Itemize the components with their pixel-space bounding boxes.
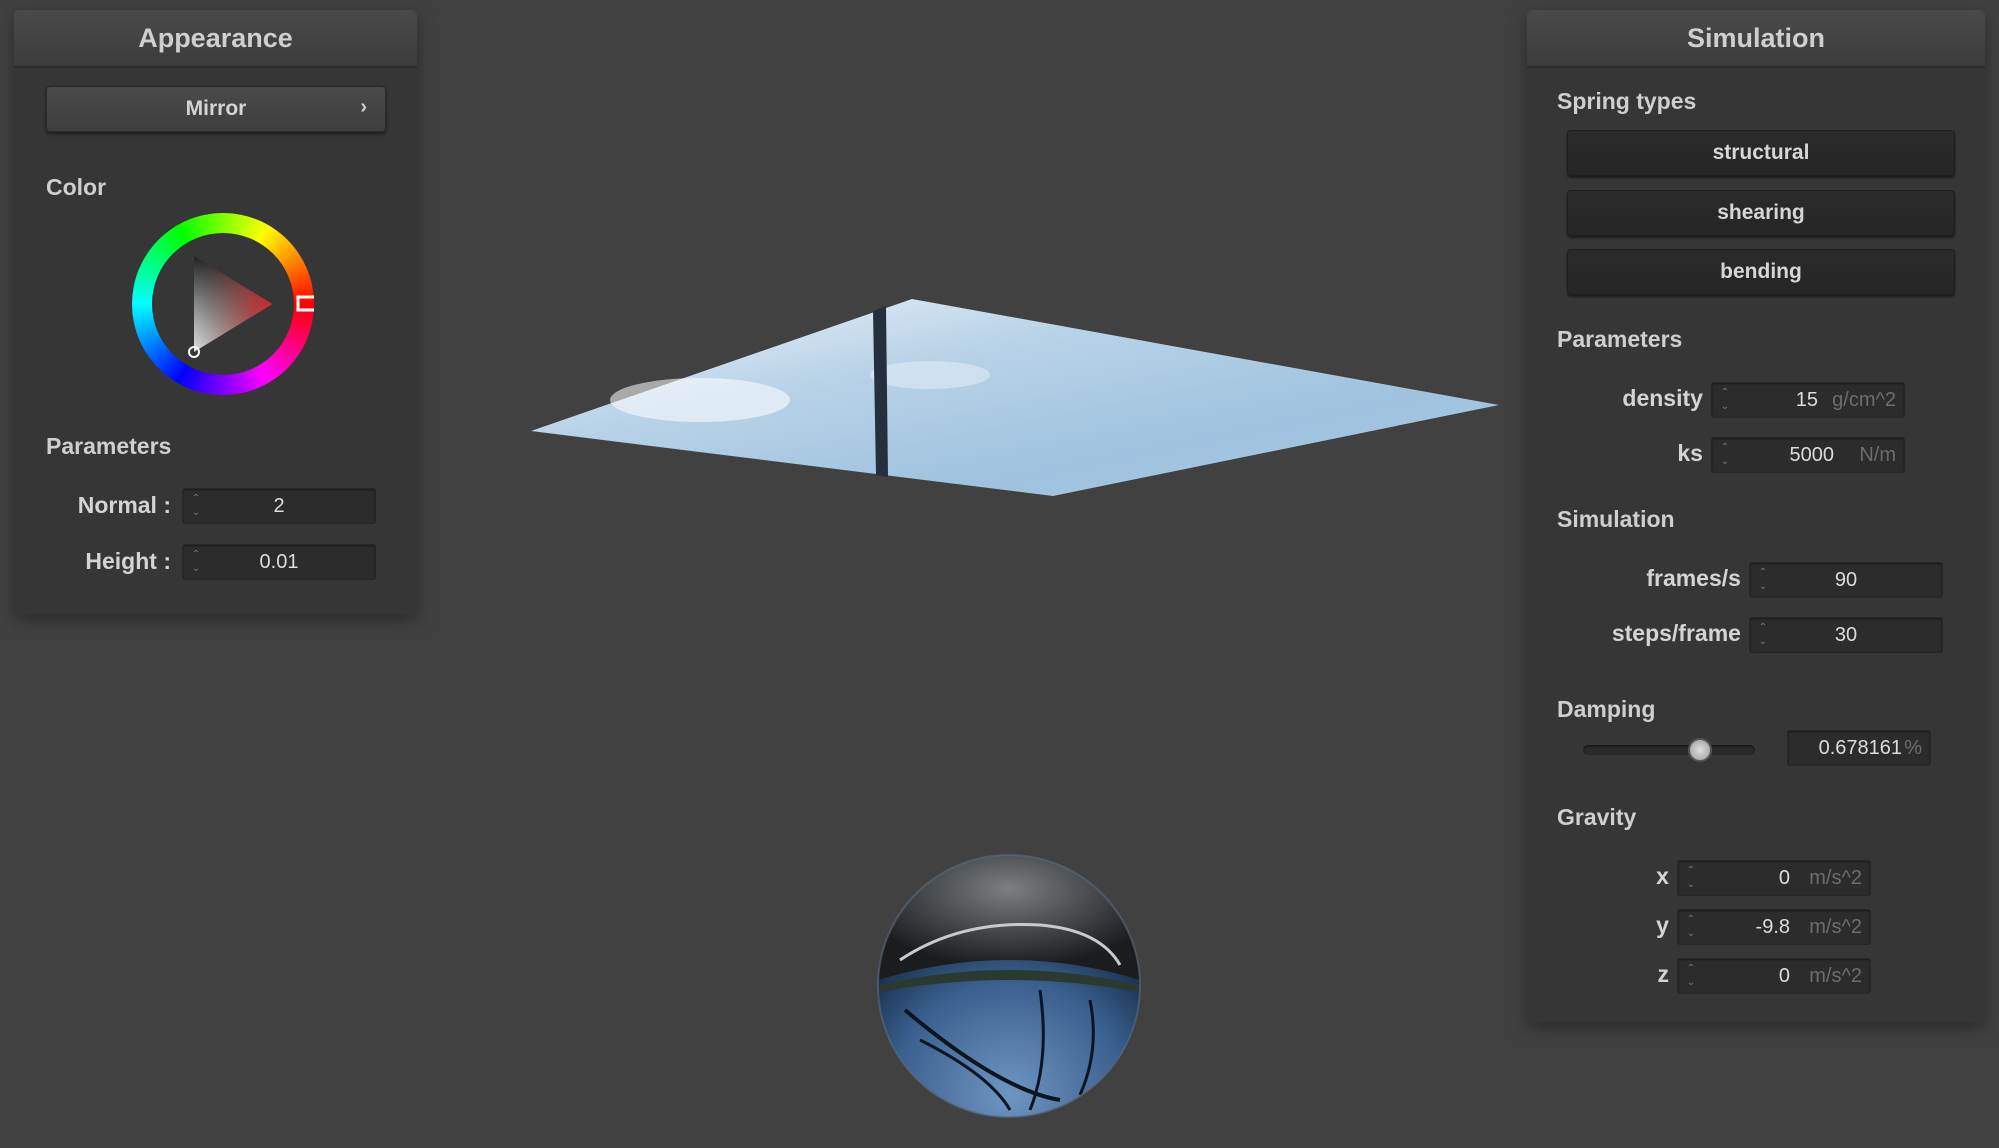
density-unit: g/cm^2 xyxy=(1832,389,1896,411)
appearance-panel: Appearance Mirror › Color Parameters Nor… xyxy=(14,10,417,614)
gravity-z-unit: m/s^2 xyxy=(1809,965,1862,987)
simulation-panel: Simulation Spring types structural shear… xyxy=(1527,10,1985,1022)
density-value: 15 xyxy=(1795,389,1818,411)
damping-slider-knob[interactable] xyxy=(1687,738,1712,762)
chevron-right-icon: › xyxy=(360,96,367,118)
spinner-arrows-icon[interactable]: ⌃ ⌄ xyxy=(1684,864,1698,892)
spinner-arrows-icon[interactable]: ⌃ ⌄ xyxy=(1718,386,1732,414)
saturation-triangle[interactable] xyxy=(132,213,314,395)
gravity-y-label: y : xyxy=(1656,912,1683,938)
spring-structural-button[interactable]: structural xyxy=(1567,130,1955,176)
ks-input[interactable]: ⌃ ⌄ 5000 N/m xyxy=(1711,437,1905,473)
damping-label: Damping xyxy=(1557,696,1656,722)
gravity-x-input[interactable]: ⌃ ⌄ 0 m/s^2 xyxy=(1677,860,1871,896)
ks-unit: N/m xyxy=(1859,444,1896,466)
gravity-y-value: -9.8 xyxy=(1755,916,1790,938)
spinner-arrows-icon[interactable]: ⌃ ⌄ xyxy=(1684,962,1698,990)
gravity-z-label: z : xyxy=(1657,961,1683,987)
normal-value: 2 xyxy=(273,495,285,517)
gravity-x-unit: m/s^2 xyxy=(1809,867,1862,889)
normal-label: Normal : xyxy=(77,492,171,518)
mirror-sphere xyxy=(878,855,1140,1117)
cloth-mesh xyxy=(531,299,1499,496)
steps-input[interactable]: ⌃ ⌄ 30 xyxy=(1749,617,1943,653)
damping-input[interactable]: 0.678161 % xyxy=(1787,730,1931,766)
spring-types-label: Spring types xyxy=(1557,88,1697,114)
density-label: density : xyxy=(1622,385,1717,411)
hue-picker xyxy=(296,295,314,312)
color-section-label: Color xyxy=(46,174,107,200)
spring-bending-button[interactable]: bending xyxy=(1567,249,1955,295)
simulation-section-label: Simulation xyxy=(1557,506,1675,532)
material-select-button[interactable]: Mirror › xyxy=(46,86,386,132)
gravity-y-unit: m/s^2 xyxy=(1809,916,1862,938)
appearance-parameters-label: Parameters xyxy=(46,433,172,459)
height-label: Height : xyxy=(85,548,171,574)
steps-value: 30 xyxy=(1834,624,1858,646)
gravity-label: Gravity xyxy=(1557,804,1637,830)
frames-label: frames/s : xyxy=(1646,565,1755,591)
ks-label: ks : xyxy=(1677,440,1717,466)
frames-input[interactable]: ⌃ ⌄ 90 xyxy=(1749,562,1943,598)
ks-value: 5000 xyxy=(1789,444,1835,466)
steps-label: steps/frame : xyxy=(1611,620,1755,646)
normal-input[interactable]: ⌃ ⌄ 2 xyxy=(182,488,376,524)
gravity-x-label: x : xyxy=(1656,863,1683,889)
appearance-title: Appearance xyxy=(14,10,417,68)
damping-value: 0.678161 xyxy=(1818,737,1902,759)
damping-unit: % xyxy=(1904,737,1922,759)
simulation-title: Simulation xyxy=(1527,10,1985,68)
gravity-x-value: 0 xyxy=(1778,867,1790,889)
height-value: 0.01 xyxy=(259,551,299,573)
gravity-z-value: 0 xyxy=(1778,965,1790,987)
frames-value: 90 xyxy=(1834,569,1858,591)
spinner-arrows-icon[interactable]: ⌃ ⌄ xyxy=(1718,441,1732,469)
sim-parameters-label: Parameters xyxy=(1557,326,1683,352)
gravity-z-input[interactable]: ⌃ ⌄ 0 m/s^2 xyxy=(1677,958,1871,994)
spinner-arrows-icon[interactable]: ⌃ ⌄ xyxy=(1684,913,1698,941)
gravity-y-input[interactable]: ⌃ ⌄ -9.8 m/s^2 xyxy=(1677,909,1871,945)
color-wheel[interactable] xyxy=(132,213,314,395)
damping-slider[interactable] xyxy=(1583,745,1755,755)
spring-shearing-button[interactable]: shearing xyxy=(1567,190,1955,236)
material-select-label: Mirror xyxy=(185,97,247,120)
density-input[interactable]: ⌃ ⌄ 15 g/cm^2 xyxy=(1711,382,1905,418)
height-input[interactable]: ⌃ ⌄ 0.01 xyxy=(182,544,376,580)
